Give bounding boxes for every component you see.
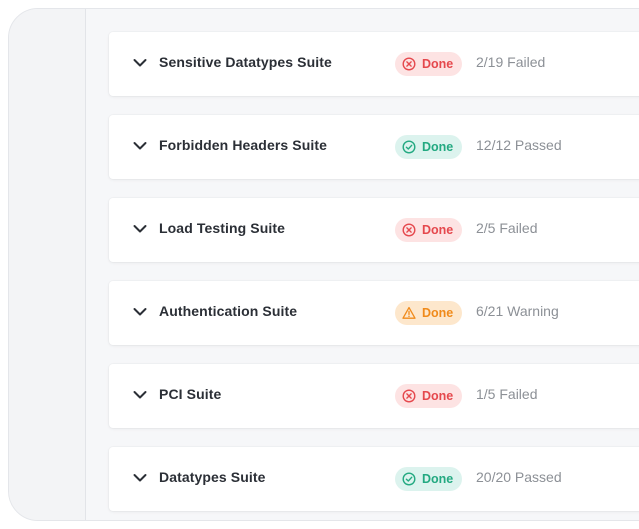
suite-name: Forbidden Headers Suite bbox=[159, 137, 327, 153]
sidebar bbox=[9, 9, 86, 520]
x-circle-icon bbox=[402, 223, 416, 237]
chevron-down-icon[interactable] bbox=[133, 224, 147, 234]
suite-card-authentication[interactable]: Authentication Suite Done 6/21 Warning bbox=[109, 281, 639, 345]
result-text: 12/12 Passed bbox=[476, 137, 562, 153]
suite-name: PCI Suite bbox=[159, 386, 222, 402]
status-badge: Done bbox=[395, 52, 463, 76]
chevron-down-icon[interactable] bbox=[133, 307, 147, 317]
status-label: Done bbox=[422, 140, 454, 154]
chevron-down-icon[interactable] bbox=[133, 390, 147, 400]
x-circle-icon bbox=[402, 57, 416, 71]
suite-name: Authentication Suite bbox=[159, 303, 298, 319]
result-text: 2/19 Failed bbox=[476, 54, 546, 70]
status-badge: Done bbox=[395, 135, 463, 159]
status-label: Done bbox=[422, 472, 454, 486]
suite-list: Sensitive Datatypes Suite Done 2/19 Fail… bbox=[109, 32, 639, 520]
check-circle-icon bbox=[402, 472, 416, 486]
result-text: 1/5 Failed bbox=[476, 386, 538, 402]
check-circle-icon bbox=[402, 140, 416, 154]
main-content: Sensitive Datatypes Suite Done 2/19 Fail… bbox=[86, 9, 639, 520]
suite-card-datatypes[interactable]: Datatypes Suite Done 20/20 Passed bbox=[109, 447, 639, 511]
suite-name: Sensitive Datatypes Suite bbox=[159, 54, 332, 70]
app-window: Sensitive Datatypes Suite Done 2/19 Fail… bbox=[8, 8, 639, 521]
suite-card-forbidden-headers[interactable]: Forbidden Headers Suite Done 12/12 Passe… bbox=[109, 115, 639, 179]
suite-card-sensitive-datatypes[interactable]: Sensitive Datatypes Suite Done 2/19 Fail… bbox=[109, 32, 639, 96]
chevron-down-icon[interactable] bbox=[133, 58, 147, 68]
status-label: Done bbox=[422, 389, 454, 403]
suite-name: Datatypes Suite bbox=[159, 469, 266, 485]
chevron-down-icon[interactable] bbox=[133, 141, 147, 151]
suite-name: Load Testing Suite bbox=[159, 220, 285, 236]
suite-card-pci[interactable]: PCI Suite Done 1/5 Failed bbox=[109, 364, 639, 428]
status-badge: Done bbox=[395, 384, 463, 408]
result-text: 2/5 Failed bbox=[476, 220, 538, 236]
chevron-down-icon[interactable] bbox=[133, 473, 147, 483]
status-label: Done bbox=[422, 223, 454, 237]
status-badge: Done bbox=[395, 467, 463, 491]
result-text: 20/20 Passed bbox=[476, 469, 562, 485]
status-label: Done bbox=[422, 306, 454, 320]
warning-triangle-icon bbox=[402, 306, 416, 320]
status-label: Done bbox=[422, 57, 454, 71]
status-badge: Done bbox=[395, 218, 463, 242]
status-badge: Done bbox=[395, 301, 463, 325]
suite-card-load-testing[interactable]: Load Testing Suite Done 2/5 Failed bbox=[109, 198, 639, 262]
x-circle-icon bbox=[402, 389, 416, 403]
result-text: 6/21 Warning bbox=[476, 303, 559, 319]
